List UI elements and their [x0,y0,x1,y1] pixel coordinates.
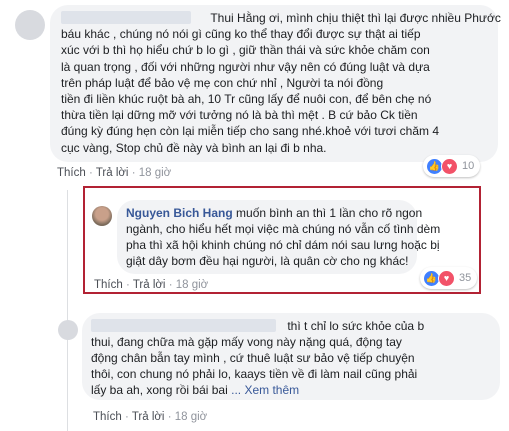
comment-line: cục vàng, Stop chủ đề này và bình an lại… [61,141,327,155]
comment-line: xúc với b thì họ hiểu chứ b lo gì , giữ … [61,43,430,57]
separator: · [131,167,136,179]
love-icon: ♥ [441,157,458,175]
comment-actions: Thích · Trả lời · 18 giờ [94,279,208,291]
avatar[interactable] [92,206,112,226]
separator: · [88,167,93,179]
avatar[interactable] [15,10,45,40]
reply-link[interactable]: Trả lời [96,167,129,179]
like-link[interactable]: Thích [93,411,122,423]
love-icon: ♥ [438,269,455,287]
redacted-name[interactable] [91,319,276,332]
timestamp[interactable]: 18 giờ [139,167,171,179]
comment-line: thừa tiền lại dững mỡ với tưởng nó là bà… [61,108,418,122]
comment-line: đúng kỳ đúng hẹn còn lại miễn tiếp cho s… [61,124,439,138]
timestamp[interactable]: 18 giờ [176,279,208,291]
like-link[interactable]: Thích [94,279,123,291]
comment-line: trên pháp luật để bảo vệ mẹ con chứ nhỉ … [61,76,384,90]
comment-line: ngành, cho hiểu hết mọi việc mà chúng nó… [126,222,441,236]
comment-line: Nguyen Bich Hang muốn bình an thì 1 lần … [126,206,423,220]
comment-line: lấy ba ah, xong rồi bái bai ... Xem thêm [91,383,300,397]
reaction-count: 10 [462,160,475,172]
comment-actions: Thích · Trả lời · 18 giờ [93,411,207,423]
separator: · [124,411,129,423]
separator: · [168,279,173,291]
comment-bubble-2: Nguyen Bich Hang muốn bình an thì 1 lần … [117,200,440,274]
comment-actions: Thích · Trả lời · 18 giờ [57,167,171,179]
comment-line: thui, đang chữa mà gặp mấy vong này nặng… [91,335,402,349]
comment-line: thôi, con chung nó phải lo, kaays tiền v… [91,367,418,381]
reply-link[interactable]: Trả lời [132,411,165,423]
comment-line: là quan trọng , đối với những người như … [61,60,430,74]
comment-line: động chân bẫn tay mình , cứ thuê luật sư… [91,351,415,365]
see-more-link[interactable]: ... Xem thêm [231,383,299,397]
reaction-summary[interactable]: 👍 ♥ 35 [420,267,478,289]
comment-line: thì t chỉ lo sức khỏe của b [91,318,424,334]
comment-line: pha thì xã hội khinh chúng nó chỉ dám nó… [126,238,440,252]
separator: · [167,411,172,423]
thread-line [67,190,68,431]
reaction-summary[interactable]: 👍 ♥ 10 [423,155,481,177]
reply-link[interactable]: Trả lời [133,279,166,291]
like-link[interactable]: Thích [57,167,86,179]
redacted-name[interactable] [61,11,191,24]
author-name[interactable]: Nguyen Bich Hang [126,206,233,220]
comment-line: giật dây bơm đều hại người, là quân cờ c… [126,254,409,268]
timestamp[interactable]: 18 giờ [175,411,207,423]
comment-bubble-1: Thui Hằng ơi, mình chịu thiệt thì lại đư… [50,5,501,162]
avatar[interactable] [58,320,78,340]
separator: · [125,279,130,291]
comment-line: Thui Hằng ơi, mình chịu thiệt thì lại đư… [61,10,501,26]
reaction-count: 35 [459,272,472,284]
comment-line: báu khác , chúng nó nói gì cũng ko thể t… [61,27,421,41]
comment-bubble-3: thì t chỉ lo sức khỏe của b thui, đang c… [82,313,500,400]
comment-line: tiền đi liền khúc ruột bà ah, 10 Tr cũng… [61,92,432,106]
